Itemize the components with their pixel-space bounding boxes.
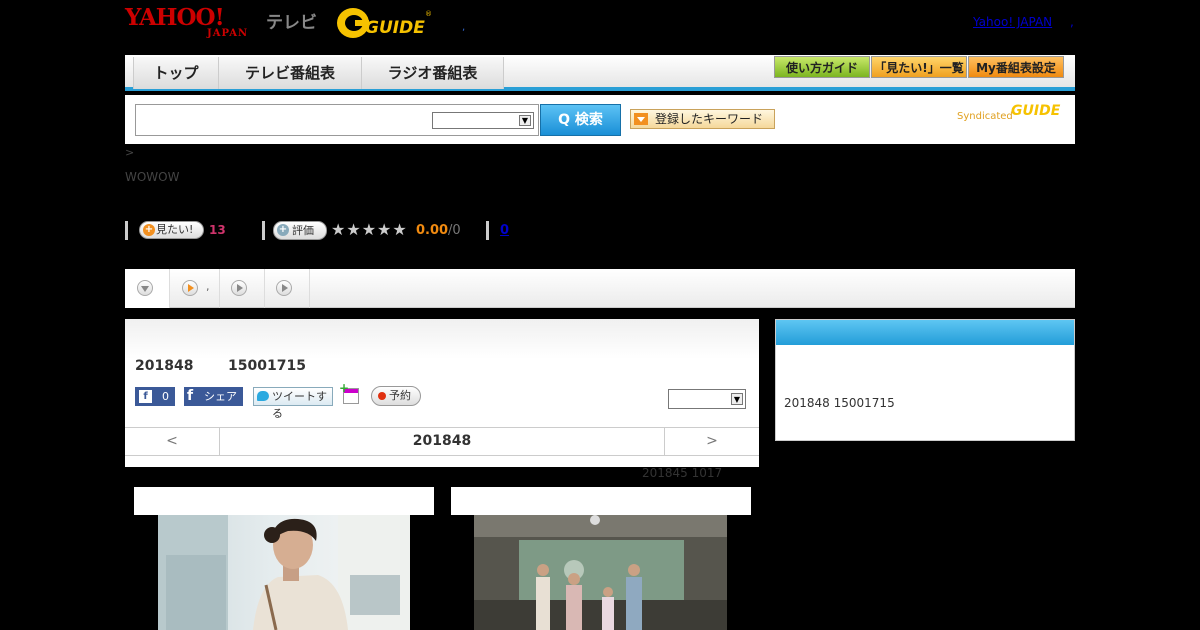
side-panel: 201848 15001715	[775, 319, 1075, 441]
program-photo-woman	[158, 515, 410, 630]
tv-label: テレビ	[266, 13, 317, 33]
program-photo-family	[474, 515, 727, 630]
program-image[interactable]	[158, 515, 410, 630]
plus-icon: +	[143, 224, 155, 236]
gguide-logo[interactable]: GUIDE ®	[335, 6, 435, 40]
twitter-bird-icon	[257, 391, 269, 401]
yahoo-logo-text: YAHOO!	[125, 4, 225, 31]
reserve-button[interactable]: 予約	[371, 386, 421, 406]
divider	[125, 221, 128, 240]
search-category-select[interactable]: ▼	[432, 112, 534, 129]
rating-score: 0.00	[416, 223, 449, 238]
reserve-label: 予約	[389, 389, 411, 402]
want-to-watch-label: 見たい!	[156, 223, 194, 236]
want-count: 13	[209, 223, 226, 237]
facebook-share-button[interactable]: f シェア	[184, 387, 243, 406]
facebook-like-button[interactable]: f 0	[135, 387, 175, 406]
tab-top[interactable]: トップ	[133, 57, 219, 89]
yahoo-japan-link[interactable]: Yahoo! JAPAN	[973, 15, 1052, 29]
current-date: 201848	[412, 433, 472, 449]
sub-tabs: ,	[125, 269, 1075, 308]
thumbnail-caption	[134, 487, 434, 515]
chevron-down-icon	[634, 113, 648, 125]
rate-label: 評価	[292, 224, 314, 237]
subtab-label: ,	[206, 280, 210, 293]
breadcrumb[interactable]: >	[125, 146, 134, 159]
chevron-down-icon	[137, 280, 153, 296]
updated-timestamp: 201845 1017	[642, 466, 723, 480]
facebook-share-label: シェア	[204, 390, 237, 403]
saved-keywords-label: 登録したキーワード	[655, 112, 764, 126]
date-navigation: < 201848 >	[125, 427, 759, 456]
my-schedule-button[interactable]: My番組表設定	[968, 56, 1064, 78]
rate-button[interactable]: + 評価	[273, 221, 327, 240]
star-rating: ★★★★★	[331, 220, 408, 239]
subtab-2[interactable]	[220, 269, 265, 308]
facebook-icon: f	[187, 388, 194, 404]
review-count-link[interactable]: 0	[500, 223, 509, 238]
svg-text:®: ®	[425, 10, 432, 18]
prev-date-button[interactable]: <	[125, 428, 220, 455]
program-select[interactable]: ▼	[668, 389, 746, 409]
play-icon	[231, 280, 247, 296]
facebook-icon: f	[139, 390, 152, 403]
saved-keywords-button[interactable]: 登録したキーワード	[630, 109, 775, 129]
header-separator: ,	[462, 22, 466, 33]
tweet-button[interactable]: ツイートする	[253, 387, 333, 420]
channel-name: WOWOW	[125, 170, 180, 184]
search-bar: ▼ Q 検索 登録したキーワード Syndicated GUIDE	[125, 95, 1075, 144]
plus-icon: +	[277, 224, 289, 236]
divider	[262, 221, 265, 240]
want-to-watch-button[interactable]: + 見たい!	[139, 221, 204, 239]
gguide-logo-text: GUIDE	[365, 18, 425, 38]
add-calendar-icon[interactable]	[339, 381, 359, 404]
program-panel: 201848 15001715 f 0 f シェア ツイートする 予約 ▼ < …	[125, 319, 759, 467]
air-date: 201848	[135, 358, 194, 374]
facebook-like-count: 0	[162, 390, 169, 403]
header-link-separator: ,	[1070, 15, 1074, 29]
subtab-3[interactable]	[265, 269, 310, 308]
side-panel-header	[776, 320, 1074, 345]
tab-radio-schedule[interactable]: ラジオ番組表	[361, 57, 504, 89]
yahoo-japan-text: JAPAN	[207, 28, 249, 39]
want-list-button[interactable]: 「見たい!」一覧	[871, 56, 967, 78]
program-image[interactable]	[474, 515, 727, 630]
search-button[interactable]: Q 検索	[540, 104, 621, 136]
rating-count: /0	[448, 223, 461, 238]
page: YAHOO! JAPAN テレビ GUIDE ® , Yahoo! JAPAN …	[0, 0, 1200, 630]
next-date-button[interactable]: >	[664, 428, 759, 455]
divider	[486, 221, 489, 240]
record-icon	[378, 392, 386, 400]
syndicated-label: Syndicated	[957, 111, 1013, 122]
yahoo-logo[interactable]: YAHOO! JAPAN	[125, 4, 247, 40]
chevron-down-icon: ▼	[519, 115, 531, 126]
guide-button[interactable]: 使い方ガイド	[774, 56, 870, 78]
subtab-0[interactable]	[125, 269, 170, 308]
chevron-down-icon: ▼	[731, 393, 743, 405]
tab-tv-schedule[interactable]: テレビ番組表	[218, 57, 362, 89]
tweet-label: ツイートする	[272, 390, 327, 420]
play-icon	[276, 280, 292, 296]
side-panel-text: 201848 15001715	[784, 396, 895, 410]
syndicated-gguide-logo: GUIDE	[1011, 103, 1061, 119]
thumbnail-caption	[451, 487, 751, 515]
play-icon	[182, 280, 198, 296]
subtab-1[interactable]: ,	[170, 269, 220, 308]
air-time: 15001715	[228, 358, 306, 374]
main-nav: トップ テレビ番組表 ラジオ番組表 使い方ガイド 「見たい!」一覧 My番組表設…	[125, 55, 1075, 91]
